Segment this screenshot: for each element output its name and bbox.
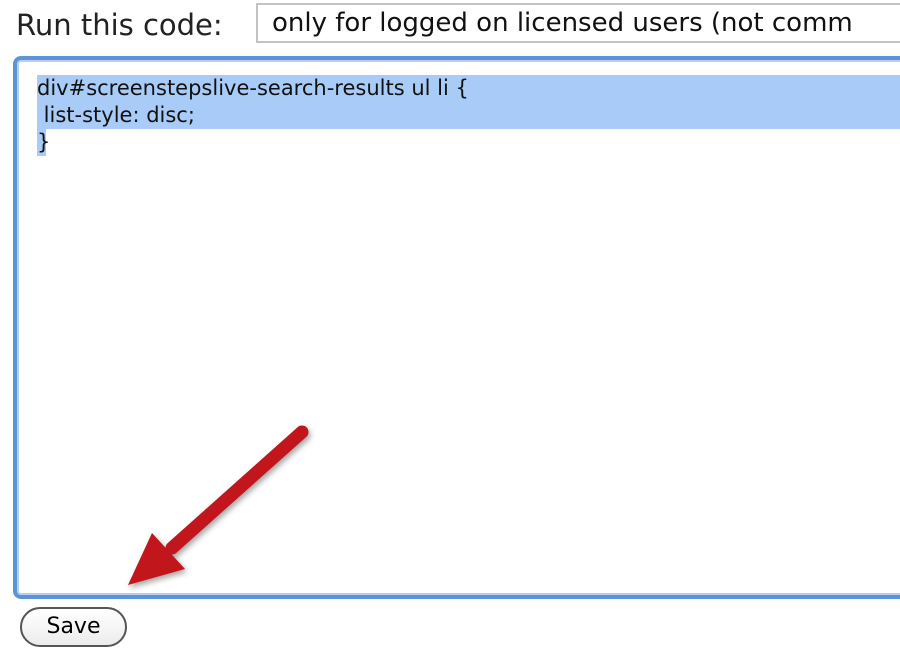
run-condition-selected-value: only for logged on licensed users (not c…	[272, 8, 853, 38]
run-condition-row: Run this code: only for logged on licens…	[0, 0, 900, 52]
code-line-3-text: }	[37, 129, 51, 156]
code-line-1-text: div#screenstepslive-search-results ul li…	[37, 75, 900, 102]
code-line: }	[37, 129, 900, 156]
code-line: div#screenstepslive-search-results ul li…	[37, 75, 900, 102]
run-condition-select[interactable]: only for logged on licensed users (not c…	[256, 3, 900, 43]
code-line: list-style: disc;	[37, 102, 900, 129]
code-line-2-text: list-style: disc;	[37, 102, 900, 129]
code-content: div#screenstepslive-search-results ul li…	[37, 75, 900, 156]
run-label: Run this code:	[16, 8, 223, 42]
save-button[interactable]: Save	[20, 607, 127, 647]
code-textarea[interactable]: div#screenstepslive-search-results ul li…	[13, 56, 900, 599]
